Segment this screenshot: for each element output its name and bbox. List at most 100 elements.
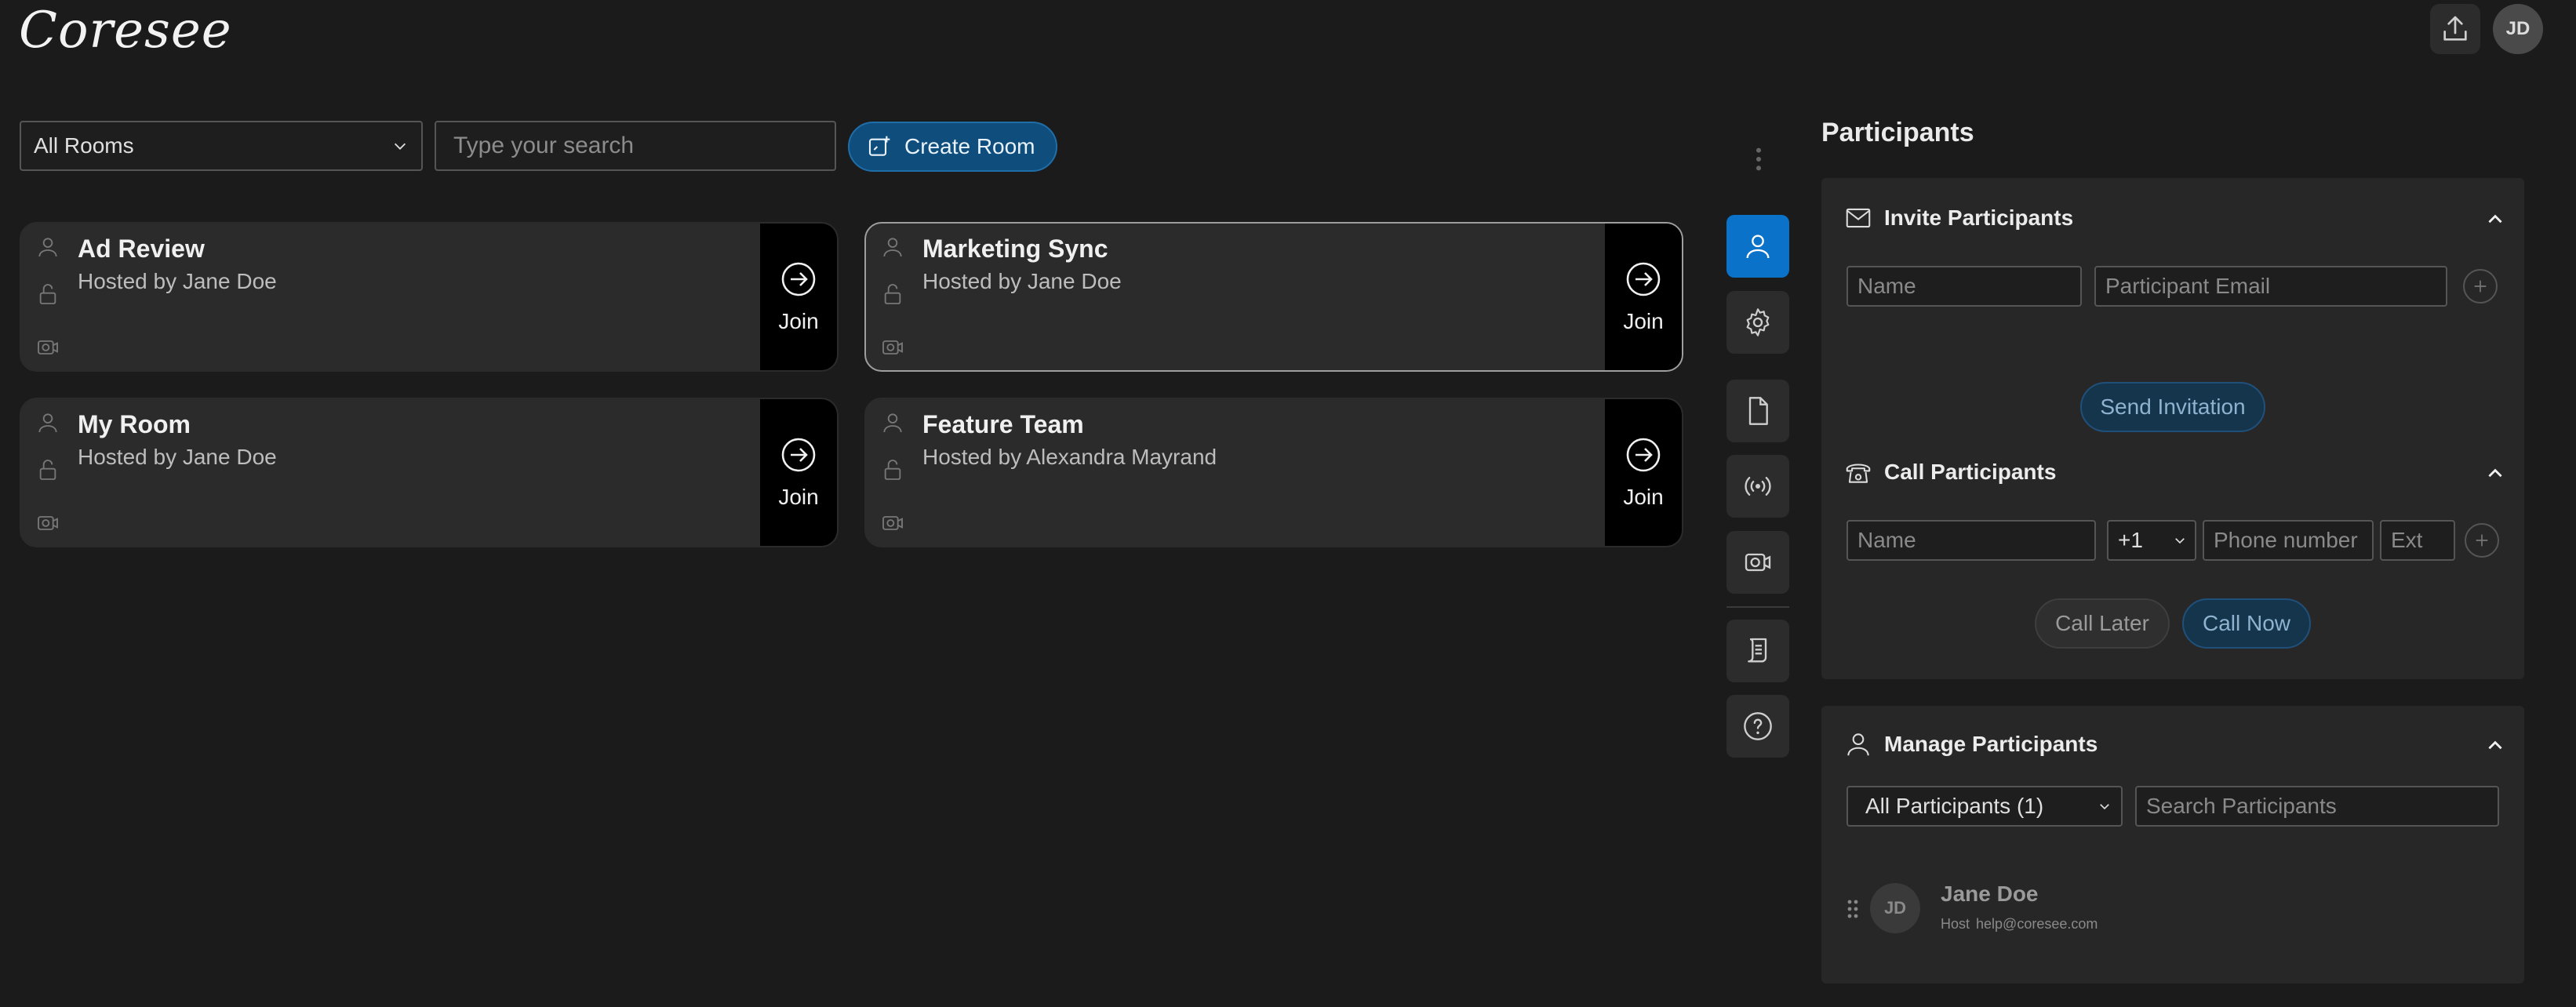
chevron-down-icon <box>2175 538 2185 544</box>
lock-icon <box>884 460 901 480</box>
participant-role: Host <box>1941 916 1970 932</box>
chevron-down-icon <box>394 143 406 150</box>
toolbar-divider <box>1726 606 1789 608</box>
invite-name-input[interactable]: Name <box>1846 266 2082 307</box>
broadcast-tool-button[interactable] <box>1726 455 1789 518</box>
send-invitation-label: Send Invitation <box>2100 394 2246 419</box>
upload-icon <box>2443 16 2467 41</box>
script-icon <box>1748 638 1767 663</box>
participants-panel-title: Participants <box>1821 118 1974 147</box>
manage-participants-section: Manage Participants All Participants (1)… <box>1821 706 2524 983</box>
search-participants-placeholder: Search Participants <box>2146 794 2337 818</box>
join-button[interactable]: Join <box>760 224 837 370</box>
settings-tool-button[interactable] <box>1726 291 1789 354</box>
drag-handle-icon[interactable] <box>1846 899 1859 919</box>
more-options-button[interactable] <box>1754 146 1763 173</box>
room-filter-value: All Rooms <box>34 133 134 158</box>
create-room-label: Create Room <box>904 134 1035 158</box>
room-title: Feature Team <box>922 410 1084 438</box>
call-name-placeholder: Name <box>1857 528 1916 552</box>
script-tool-button[interactable] <box>1726 620 1789 682</box>
join-button[interactable]: Join <box>1605 399 1682 546</box>
create-room-icon <box>868 136 890 156</box>
room-card[interactable]: Marketing Sync Hosted by Jane Doe Join <box>864 222 1683 372</box>
manage-participants-header[interactable]: Manage Participants <box>1843 729 2098 759</box>
user-icon <box>883 413 902 433</box>
phone-number-input[interactable]: Phone number <box>2203 520 2374 561</box>
participant-name: Jane Doe <box>1941 882 2039 906</box>
invite-participants-heading: Invite Participants <box>1884 205 2074 230</box>
documents-tool-button[interactable] <box>1726 380 1789 442</box>
participants-tool-button[interactable] <box>1726 215 1789 278</box>
call-now-button[interactable]: Call Now <box>2182 598 2311 649</box>
create-room-button[interactable]: Create Room <box>848 122 1057 172</box>
join-button[interactable]: Join <box>1605 224 1682 370</box>
manage-participants-heading: Manage Participants <box>1884 732 2098 756</box>
plus-icon <box>2476 534 2488 547</box>
country-code-value: +1 <box>2118 528 2143 552</box>
invite-email-input[interactable]: Participant Email <box>2094 266 2447 307</box>
lock-icon <box>884 284 901 304</box>
room-host: Hosted by Jane Doe <box>78 445 277 469</box>
lock-icon <box>39 460 56 480</box>
invite-participants-header[interactable]: Invite Participants <box>1843 203 2073 233</box>
settings-icon <box>1746 308 1770 336</box>
participant-details: Host help@coresee.com <box>1941 916 2098 932</box>
camera-icon <box>38 340 58 354</box>
user-icon <box>883 238 902 257</box>
call-participants-heading: Call Participants <box>1884 460 2057 484</box>
invite-name-placeholder: Name <box>1857 274 1916 298</box>
join-button[interactable]: Join <box>760 399 837 546</box>
camera-icon <box>38 516 58 530</box>
help-icon <box>1744 712 1772 740</box>
invite-email-placeholder: Participant Email <box>2105 274 2271 298</box>
broadcast-icon <box>1745 477 1771 496</box>
room-search-input[interactable]: Type your search <box>435 121 836 171</box>
search-participants-input[interactable]: Search Participants <box>2135 786 2499 827</box>
participant-filter-select[interactable]: All Participants (1) <box>1846 786 2123 827</box>
room-card[interactable]: My Room Hosted by Jane Doe Join <box>20 398 839 547</box>
room-title: Ad Review <box>78 234 205 263</box>
camera-icon <box>882 516 903 530</box>
camera-tool-button[interactable] <box>1726 531 1789 594</box>
chevron-up-icon[interactable] <box>2485 464 2505 484</box>
country-code-select[interactable]: +1 <box>2107 520 2196 561</box>
enter-arrow-icon <box>781 438 816 471</box>
room-host: Hosted by Alexandra Mayrand <box>922 445 1217 469</box>
enter-arrow-icon <box>1626 438 1661 471</box>
help-tool-button[interactable] <box>1726 695 1789 758</box>
enter-arrow-icon <box>1626 262 1661 296</box>
phone-number-placeholder: Phone number <box>2214 528 2358 552</box>
share-button[interactable] <box>2430 4 2480 54</box>
join-label: Join <box>1623 484 1664 509</box>
chevron-up-icon[interactable] <box>2485 736 2505 756</box>
add-caller-button[interactable] <box>2465 523 2499 558</box>
room-host: Hosted by Jane Doe <box>922 269 1122 293</box>
plus-icon <box>2474 280 2487 293</box>
user-icon <box>38 413 57 433</box>
telephone-icon <box>1846 464 1871 483</box>
document-icon <box>1748 397 1768 425</box>
envelope-icon <box>1846 208 1871 228</box>
room-host: Hosted by Jane Doe <box>78 269 277 293</box>
extension-input[interactable]: Ext <box>2380 520 2455 561</box>
room-filter-select[interactable]: All Rooms <box>20 121 423 171</box>
call-participants-header[interactable]: Call Participants <box>1843 457 2056 487</box>
join-label: Join <box>778 308 819 333</box>
participant-email: help@coresee.com <box>1976 916 2098 932</box>
chevron-up-icon[interactable] <box>2485 209 2505 230</box>
add-invitee-button[interactable] <box>2463 269 2498 304</box>
kebab-menu-icon <box>1756 147 1762 171</box>
enter-arrow-icon <box>781 262 816 296</box>
user-icon <box>1847 733 1869 756</box>
participant-filter-value: All Participants (1) <box>1865 794 2044 818</box>
send-invitation-button[interactable]: Send Invitation <box>2080 382 2265 432</box>
user-avatar[interactable]: JD <box>2493 4 2543 54</box>
room-card[interactable]: Ad Review Hosted by Jane Doe Join <box>20 222 839 372</box>
participant-row[interactable]: JD Jane Doe Host help@coresee.com <box>1846 882 2498 938</box>
lock-icon <box>39 284 56 304</box>
join-label: Join <box>1623 308 1664 333</box>
room-card[interactable]: Feature Team Hosted by Alexandra Mayrand… <box>864 398 1683 547</box>
call-name-input[interactable]: Name <box>1846 520 2096 561</box>
call-later-button[interactable]: Call Later <box>2035 598 2170 649</box>
